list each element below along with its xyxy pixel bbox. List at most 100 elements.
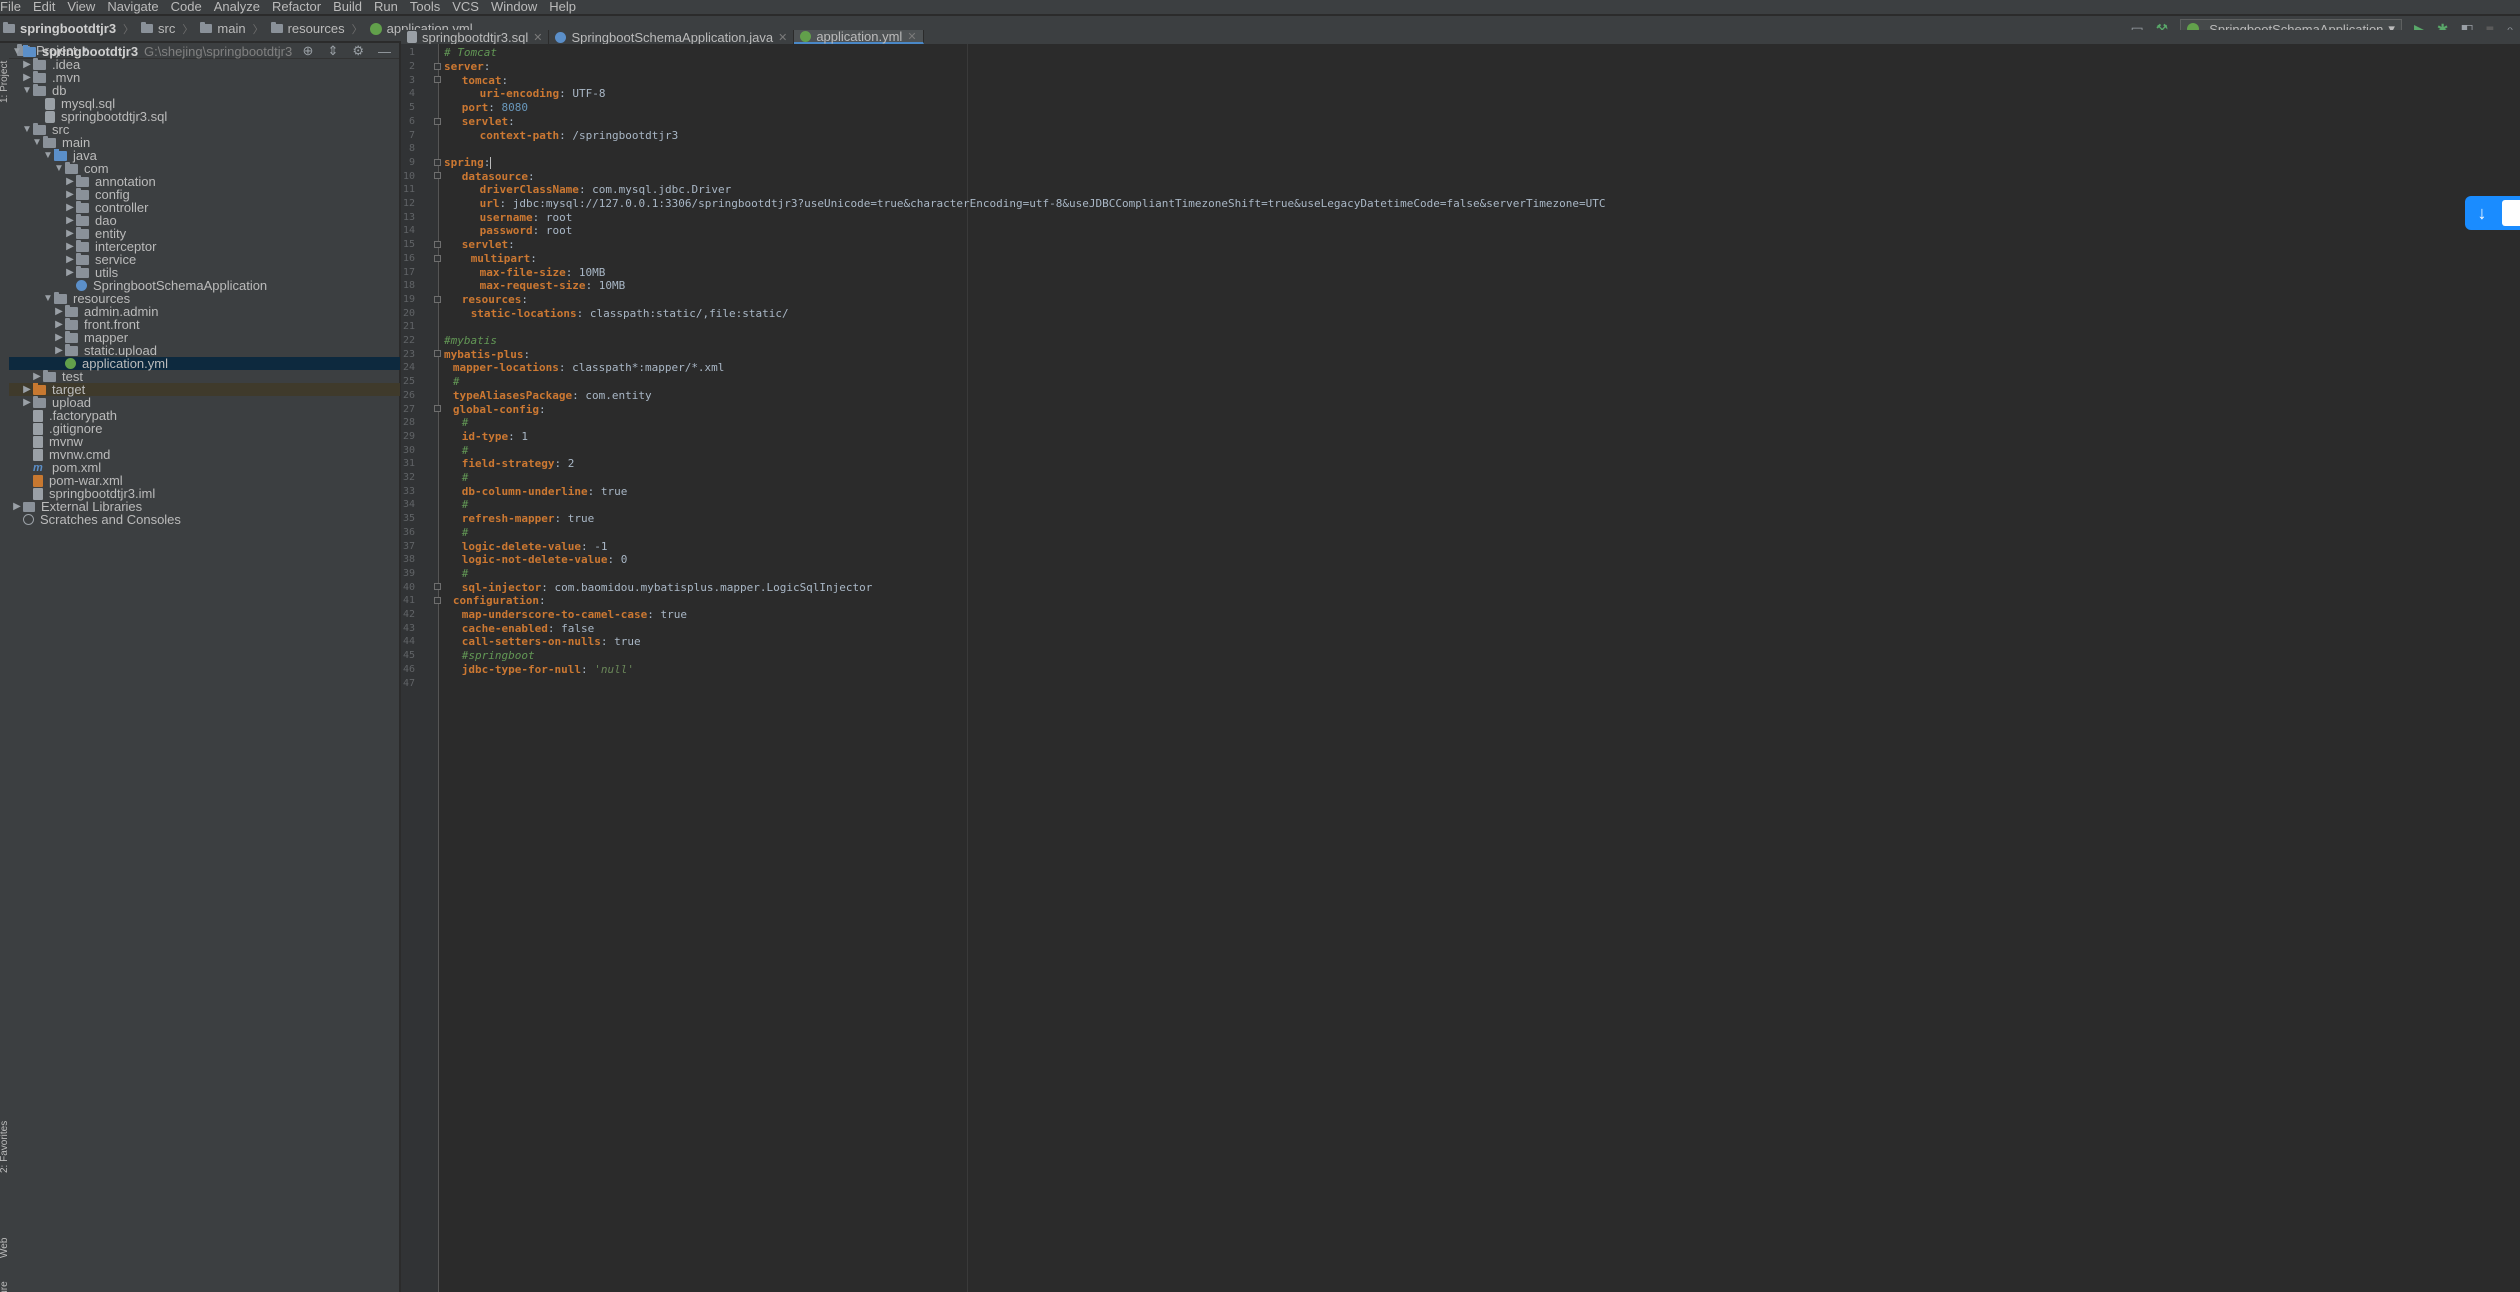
- code-line[interactable]: 3 tomcat:: [401, 73, 2520, 87]
- fold-marker-icon[interactable]: [434, 597, 441, 604]
- floating-download-button[interactable]: ↓: [2465, 196, 2520, 230]
- tree-item-springboot-schema-application[interactable]: SpringbootSchemaApplication: [9, 278, 400, 293]
- collapsed-arrow-icon[interactable]: ▶: [21, 72, 33, 83]
- tree-item-interceptor[interactable]: ▶ interceptor: [9, 239, 400, 254]
- collapsed-arrow-icon[interactable]: ▶: [64, 176, 76, 187]
- code-line[interactable]: 18 max-request-size: 10MB: [401, 279, 2520, 293]
- collapsed-arrow-icon[interactable]: ▶: [53, 306, 65, 317]
- code-line[interactable]: 32 #: [401, 471, 2520, 485]
- collapsed-arrow-icon[interactable]: ▶: [21, 59, 33, 70]
- close-icon[interactable]: ✕: [778, 31, 787, 44]
- tree-item-admin-admin[interactable]: ▶ admin.admin: [9, 304, 400, 319]
- code-line[interactable]: 11 driverClassName: com.mysql.jdbc.Driver: [401, 183, 2520, 197]
- breadcrumb-src[interactable]: src: [138, 21, 178, 36]
- tree-item-dao[interactable]: ▶ dao: [9, 213, 400, 228]
- menu-view[interactable]: View: [61, 0, 101, 14]
- tab-application-yml[interactable]: application.yml ✕: [794, 29, 924, 44]
- code-line[interactable]: 31 field-strategy: 2: [401, 457, 2520, 471]
- fold-marker-icon[interactable]: [434, 240, 441, 248]
- collapsed-arrow-icon[interactable]: ▶: [53, 332, 65, 343]
- code-line[interactable]: 9 spring:: [401, 156, 2520, 170]
- menu-window[interactable]: Window: [485, 0, 543, 14]
- code-line[interactable]: 33 db-column-underline: true: [401, 484, 2520, 498]
- collapsed-arrow-icon[interactable]: ▶: [64, 215, 76, 226]
- code-line[interactable]: 23 mybatis-plus:: [401, 347, 2520, 361]
- code-line[interactable]: 15 servlet:: [401, 238, 2520, 252]
- tree-item-resources[interactable]: ▼ resources: [9, 291, 400, 306]
- tree-item-config[interactable]: ▶ config: [9, 187, 400, 202]
- tree-item-static-upload[interactable]: ▶ static.upload: [9, 343, 400, 358]
- expanded-arrow-icon[interactable]: ▼: [53, 163, 65, 174]
- code-line[interactable]: 17 max-file-size: 10MB: [401, 265, 2520, 279]
- code-line[interactable]: 27 global-config:: [401, 402, 2520, 416]
- expanded-arrow-icon[interactable]: ▼: [31, 137, 43, 148]
- collapsed-arrow-icon[interactable]: ▶: [21, 384, 33, 395]
- expanded-arrow-icon[interactable]: ▼: [21, 124, 33, 135]
- tree-item-annotation[interactable]: ▶ annotation: [9, 174, 400, 189]
- code-line[interactable]: 46 jdbc-type-for-null: 'null': [401, 663, 2520, 677]
- code-line[interactable]: 36 #: [401, 526, 2520, 540]
- code-line[interactable]: 1 # Tomcat: [401, 46, 2520, 60]
- menu-analyze[interactable]: Analyze: [208, 0, 266, 14]
- collapsed-arrow-icon[interactable]: ▶: [64, 202, 76, 213]
- breadcrumb-resources[interactable]: resources: [268, 21, 348, 36]
- tree-item-service[interactable]: ▶ service: [9, 252, 400, 267]
- breadcrumb-main[interactable]: main: [197, 21, 248, 36]
- code-line[interactable]: 22 #mybatis: [401, 334, 2520, 348]
- menu-build[interactable]: Build: [327, 0, 368, 14]
- tree-item-entity[interactable]: ▶ entity: [9, 226, 400, 241]
- fold-marker-icon[interactable]: [434, 350, 441, 358]
- code-line[interactable]: 47: [401, 676, 2520, 690]
- collapsed-arrow-icon[interactable]: ▶: [64, 228, 76, 239]
- tree-item-java[interactable]: ▼ java: [9, 148, 400, 163]
- close-icon[interactable]: ✕: [907, 30, 916, 43]
- code-line[interactable]: 19 resources:: [401, 293, 2520, 307]
- collapsed-arrow-icon[interactable]: ▶: [64, 254, 76, 265]
- code-line[interactable]: 41 configuration:: [401, 594, 2520, 608]
- tree-item-controller[interactable]: ▶ controller: [9, 200, 400, 215]
- code-line[interactable]: 42 map-underscore-to-camel-case: true: [401, 608, 2520, 622]
- code-line[interactable]: 20 static-locations: classpath:static/,fi…: [401, 306, 2520, 320]
- code-line[interactable]: 30 #: [401, 443, 2520, 457]
- menu-code[interactable]: Code: [165, 0, 208, 14]
- code-line[interactable]: 8: [401, 142, 2520, 156]
- code-line[interactable]: 35 refresh-mapper: true: [401, 512, 2520, 526]
- code-line[interactable]: 2 server:: [401, 60, 2520, 74]
- tree-item-mapper[interactable]: ▶ mapper: [9, 330, 400, 345]
- code-line[interactable]: 45 #springboot: [401, 649, 2520, 663]
- tree-item-main[interactable]: ▼ main: [9, 135, 400, 150]
- menu-vcs[interactable]: VCS: [446, 0, 485, 14]
- code-line[interactable]: 12 url: jdbc:mysql://127.0.0.1:3306/sprin…: [401, 197, 2520, 211]
- code-line[interactable]: 43 cache-enabled: false: [401, 621, 2520, 635]
- collapsed-arrow-icon[interactable]: ▶: [21, 397, 33, 408]
- tab-springbootdtjr3-sql[interactable]: springbootdtjr3.sql ✕: [401, 30, 550, 45]
- code-line[interactable]: 26 typeAliasesPackage: com.entity: [401, 389, 2520, 403]
- code-line[interactable]: 7 context-path: /springbootdtjr3: [401, 128, 2520, 142]
- fold-marker-icon[interactable]: [434, 117, 441, 125]
- code-line[interactable]: 10 datasource:: [401, 169, 2520, 183]
- menu-tools[interactable]: Tools: [404, 0, 446, 14]
- code-line[interactable]: 4 uri-encoding: UTF-8: [401, 87, 2520, 101]
- expanded-arrow-icon[interactable]: ▼: [42, 293, 54, 304]
- collapsed-arrow-icon[interactable]: ▶: [53, 345, 65, 356]
- tab-springboot-schema-application-java[interactable]: SpringbootSchemaApplication.java ✕: [549, 30, 795, 45]
- expanded-arrow-icon[interactable]: ▼: [42, 150, 54, 161]
- code-line[interactable]: 24 mapper-locations: classpath*:mapper/*.…: [401, 361, 2520, 375]
- collapsed-arrow-icon[interactable]: ▶: [53, 319, 65, 330]
- code-line[interactable]: 13 username: root: [401, 210, 2520, 224]
- tree-item-com[interactable]: ▼ com: [9, 161, 400, 176]
- collapsed-arrow-icon[interactable]: ▶: [64, 267, 76, 278]
- menu-navigate[interactable]: Navigate: [101, 0, 164, 14]
- menu-refactor[interactable]: Refactor: [266, 0, 327, 14]
- fold-marker-icon[interactable]: [434, 405, 441, 413]
- fold-marker-icon[interactable]: [434, 62, 441, 70]
- code-line[interactable]: 40 sql-injector: com.baomidou.mybatisplus…: [401, 580, 2520, 594]
- fold-marker-icon[interactable]: [434, 295, 441, 303]
- code-line[interactable]: 14 password: root: [401, 224, 2520, 238]
- fold-marker-icon[interactable]: [434, 76, 441, 84]
- collapsed-arrow-icon[interactable]: ▶: [31, 371, 43, 382]
- menu-help[interactable]: Help: [543, 0, 582, 14]
- code-line[interactable]: 29 id-type: 1: [401, 430, 2520, 444]
- tree-item-scratches[interactable]: Scratches and Consoles: [9, 512, 400, 527]
- code-line[interactable]: 38 logic-not-delete-value: 0: [401, 553, 2520, 567]
